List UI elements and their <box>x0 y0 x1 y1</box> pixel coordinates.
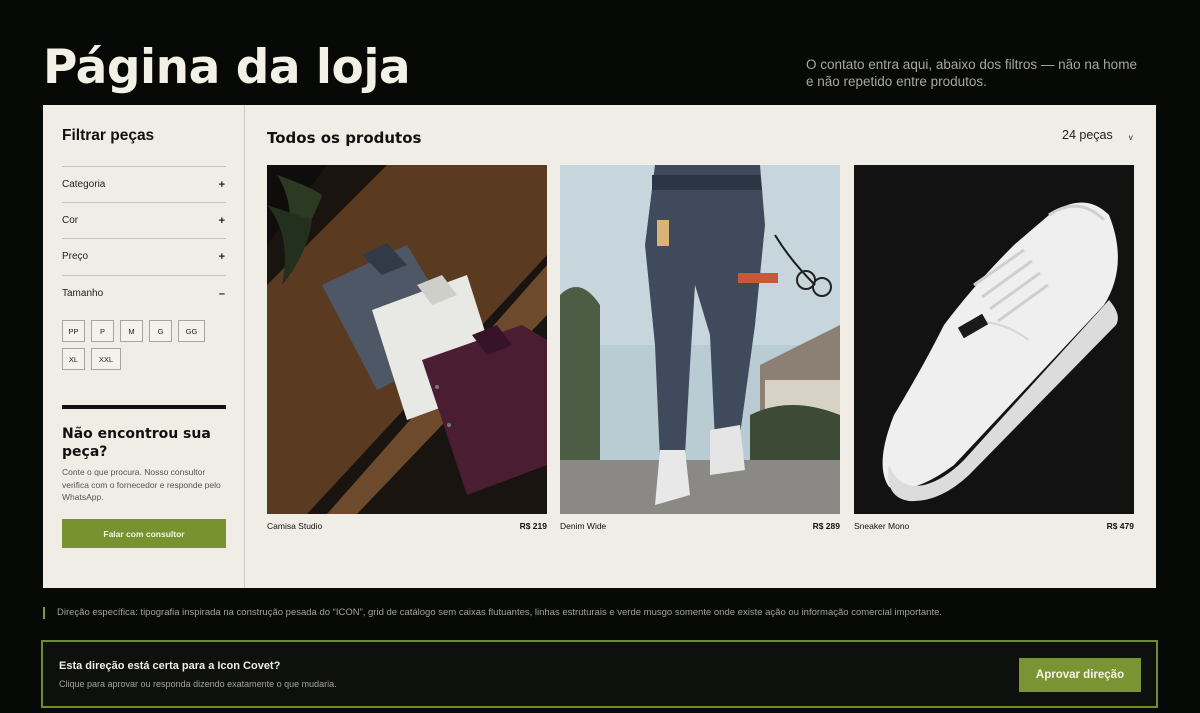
size-options: PP P M G GG XL XXL <box>62 320 226 370</box>
size-chip-pp[interactable]: PP <box>62 320 85 342</box>
filter-price[interactable]: Preço + <box>62 238 226 274</box>
filter-label: Cor <box>62 215 79 226</box>
product-image-shirts[interactable] <box>267 165 547 514</box>
filter-label: Categoria <box>62 179 106 190</box>
catalog-title: Todos os produtos <box>267 129 422 147</box>
header-note: O contato entra aqui, abaixo dos filtros… <box>806 57 1137 89</box>
filters-title: Filtrar peças <box>62 127 155 144</box>
size-chip-m[interactable]: M <box>120 320 143 342</box>
chevron-down-icon: v <box>1128 133 1133 142</box>
filter-label: Tamanho <box>62 288 104 299</box>
page-title: Página da loja <box>43 40 411 95</box>
product-price: R$ 479 <box>1106 521 1134 531</box>
approval-subtitle: Clique para aprovar ou responda dizendo … <box>59 679 337 689</box>
help-text: Conte o que procura. Nosso consultor ver… <box>62 467 221 502</box>
section-divider <box>62 405 226 409</box>
size-chip-xl[interactable]: XL <box>62 348 85 370</box>
product-price: R$ 289 <box>812 521 840 531</box>
product-name: Camisa Studio <box>267 521 323 531</box>
product-card[interactable]: Sneaker Mono R$ 479 <box>854 165 1134 531</box>
product-image-denim[interactable] <box>560 165 840 514</box>
page-header: Página da loja O contato entra aqui, aba… <box>43 38 1158 104</box>
product-card[interactable]: Denim Wide R$ 289 <box>560 165 840 531</box>
size-chip-p[interactable]: P <box>91 320 114 342</box>
store-panel: Filtrar peças Categoria + Cor + Preço + … <box>43 105 1156 588</box>
filter-category[interactable]: Categoria + <box>62 166 226 202</box>
product-name: Sneaker Mono <box>854 521 910 531</box>
product-meta: Camisa Studio R$ 219 <box>267 521 547 531</box>
size-chip-xxl[interactable]: XXL <box>91 348 121 370</box>
filter-size[interactable]: Tamanho – <box>62 275 226 311</box>
product-meta: Denim Wide R$ 289 <box>560 521 840 531</box>
expand-icon: + <box>218 178 225 191</box>
approve-direction-button[interactable]: Aprovar direção <box>1019 658 1141 692</box>
product-price: R$ 219 <box>519 521 547 531</box>
product-catalog: Todos os produtos 24 peças v Camisa Stud… <box>246 105 1156 588</box>
filter-label: Preço <box>62 251 89 262</box>
size-chip-gg[interactable]: GG <box>178 320 205 342</box>
sort-dropdown[interactable]: 24 peças v <box>1062 128 1133 142</box>
product-card[interactable]: Camisa Studio R$ 219 <box>267 165 547 531</box>
product-image-sneaker[interactable] <box>854 165 1134 514</box>
direction-note: Direção específica: tipografia inspirada… <box>43 607 942 619</box>
product-name: Denim Wide <box>560 521 607 531</box>
size-chip-g[interactable]: G <box>149 320 172 342</box>
product-count: 24 peças <box>1062 128 1113 142</box>
help-title: Não encontrou sua peça? <box>62 426 211 460</box>
collapse-icon: – <box>218 287 225 300</box>
contact-consultant-button[interactable]: Falar com consultor <box>62 519 226 548</box>
approval-bar: Esta direção está certa para a Icon Cove… <box>41 640 1158 708</box>
product-meta: Sneaker Mono R$ 479 <box>854 521 1134 531</box>
approval-question: Esta direção está certa para a Icon Cove… <box>59 660 281 672</box>
filter-color[interactable]: Cor + <box>62 202 226 238</box>
filter-sidebar: Filtrar peças Categoria + Cor + Preço + … <box>43 105 245 588</box>
expand-icon: + <box>218 250 225 263</box>
expand-icon: + <box>218 214 225 227</box>
